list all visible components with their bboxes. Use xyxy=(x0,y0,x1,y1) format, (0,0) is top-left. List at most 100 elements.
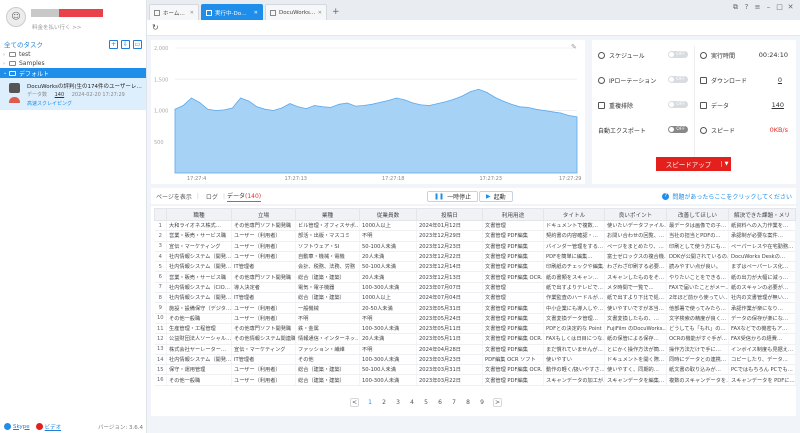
tab-running[interactable]: 実行中-Do… ✕ xyxy=(201,4,263,20)
maximize-icon[interactable]: □ xyxy=(774,3,785,12)
log-tab[interactable]: ログ xyxy=(206,192,218,201)
column-header[interactable]: 利用用途 xyxy=(482,208,544,221)
column-header[interactable]: 良いポイント xyxy=(604,208,667,221)
table-row[interactable]: 11 生産管理・工程管理 その他専門ソフト開発職 鉄・金属 100-300人未満 2023… xyxy=(154,323,796,335)
new-tab-button[interactable]: + xyxy=(332,7,340,17)
table-row[interactable]: 13 株式会社ヤーレーター… 宣伝・マーケティング ファッション・繊維 不明 2024年0… xyxy=(154,344,796,355)
edit-icon[interactable]: ✎ xyxy=(571,43,577,51)
page-number[interactable]: 3 xyxy=(391,399,405,406)
tab-docuworks[interactable]: DocuWorks… ✕ xyxy=(265,4,327,20)
row-index: 6 xyxy=(154,271,167,283)
table-cell: 2023年12月29日 xyxy=(416,230,483,242)
play-icon: ▶ xyxy=(486,192,491,200)
table-row[interactable]: 8 社内情報システム（開発… IT管理者 総合（建築・建築） 1000人以上 2024年0… xyxy=(154,292,796,304)
x-tick-label: 17:27:18 xyxy=(382,176,404,182)
upgrade-link[interactable]: 料金を払い行く >> xyxy=(32,23,81,31)
table-cell: 使いやすく、同期的… xyxy=(604,364,667,376)
column-header[interactable]: タイトル xyxy=(543,208,605,221)
column-header[interactable]: 職種 xyxy=(166,208,232,221)
help-link[interactable]: ? 問題があったらここをクリックしてください xyxy=(662,192,792,201)
data-value[interactable]: 140 xyxy=(744,101,784,109)
data-tab-label: データ xyxy=(226,192,245,200)
close-icon[interactable]: ✕ xyxy=(254,10,258,16)
schedule-toggle[interactable]: OFF xyxy=(668,51,688,58)
x-tick-label: 17:27:13 xyxy=(285,176,307,182)
menu-icon[interactable]: ≡ xyxy=(752,3,763,12)
table-row[interactable]: 5 社内情報システム（開発… IT管理者 会計、税務、法務、労務 50-100人未満 20… xyxy=(154,261,796,273)
table-row[interactable]: 12 公益財団法人ソーシャル… その他情報システム関連職 情報通信・インターネッ… 20… xyxy=(154,333,796,345)
speed-label: スピード xyxy=(711,127,736,135)
next-page-button[interactable]: > xyxy=(493,398,502,407)
table-row[interactable]: 15 保守・運用管理 ユーザー（利用者） 総合（建築・建築） 50-100人未満 2023… xyxy=(154,364,796,376)
table-row[interactable]: 2 営業・販売・サービス職 ユーザー（利用者） 部活・出版・マスコミ 不明 2023年12… xyxy=(154,230,796,242)
table-row[interactable]: 1 大和ライオネス株式… その他専門ソフト開発職 ビル管理・オフィスサポ… 1000人以… xyxy=(154,220,796,232)
download-value[interactable]: 0 xyxy=(742,76,782,84)
table-cell: 文書管理 PDF編集 xyxy=(482,261,544,273)
table-row[interactable]: 4 社内情報システム（開発… ユーザー（利用者） 自動車・機械・電機 20人未満 2023… xyxy=(154,251,796,263)
prev-page-button[interactable]: < xyxy=(350,398,359,407)
tree-item-default[interactable]: ⌄ デフォルト xyxy=(0,68,146,78)
refresh-icon[interactable]: ↻ xyxy=(152,23,159,32)
tree-item-test[interactable]: › test xyxy=(0,50,146,59)
page-number[interactable]: 9 xyxy=(475,399,489,406)
table-row[interactable]: 7 社内情報システム（CIO… 導入決定者 電気・電子機器 100-300人未満 2023… xyxy=(154,282,796,294)
table-cell: 文書管理 PDF編集 OCR… xyxy=(482,364,544,376)
new-task-icon[interactable]: + xyxy=(109,39,118,49)
column-header[interactable]: 改善してほしい xyxy=(666,208,729,221)
table-row[interactable]: 14 社内情報システム（開発… IT管理者 その他 100-300人未満 2023年03月… xyxy=(154,354,796,366)
page-number[interactable]: 1 xyxy=(363,399,377,406)
data-tab[interactable]: データ(140) xyxy=(226,191,262,202)
table-row[interactable]: 3 宣伝・マーケティング ユーザー（利用者） ソフトウェア・SI 50-100人未満 20… xyxy=(154,241,796,252)
table-cell: 文書管理 PDF編集 xyxy=(482,230,544,242)
page-number[interactable]: 2 xyxy=(377,399,391,406)
column-header[interactable]: 従業員数 xyxy=(359,208,417,221)
import-icon[interactable]: ⇩ xyxy=(121,39,130,49)
close-icon[interactable]: ✕ xyxy=(190,10,194,16)
column-header[interactable]: 業種 xyxy=(295,208,360,221)
close-window-icon[interactable]: ✕ xyxy=(785,3,796,12)
page-number[interactable]: 7 xyxy=(447,399,461,406)
export-toggle[interactable]: OFF xyxy=(668,126,688,133)
data-point xyxy=(346,102,348,104)
data-point xyxy=(387,100,389,101)
ip-toggle[interactable]: OFF xyxy=(668,76,688,83)
page-number[interactable]: 6 xyxy=(433,399,447,406)
minimize-icon[interactable]: – xyxy=(763,3,774,12)
page-number[interactable]: 4 xyxy=(405,399,419,406)
tab-home[interactable]: ホーム… ✕ xyxy=(149,4,199,20)
table-header-row: 職種 立場 業種 従業員数 投稿日 利用用途 タイトル 良いポイント 改善してほしい 解決できた課… xyxy=(154,208,796,221)
skype-link[interactable]: Skype xyxy=(4,423,30,430)
page-number[interactable]: 5 xyxy=(419,399,433,406)
restore-icon[interactable]: ⧉ xyxy=(730,3,741,12)
page-number[interactable]: 8 xyxy=(461,399,475,406)
table-cell: 大和ライオネス株式… xyxy=(166,220,232,232)
dedupe-icon xyxy=(598,101,605,109)
column-header[interactable]: 解決できた課題・メリ xyxy=(728,208,796,221)
table-row[interactable]: 6 営業・販売・サービス職 その他専門ソフト開発職 総合（建築・建築） 20人未満 202… xyxy=(154,271,796,283)
video-link[interactable]: ビデオ xyxy=(35,423,61,431)
column-header[interactable]: 投稿日 xyxy=(416,208,483,221)
series-area xyxy=(174,88,578,174)
y-tick-label: 1,000 xyxy=(154,109,168,115)
table-cell: 総合（建築・建築） xyxy=(295,364,360,376)
speedup-button[interactable]: スピードアップ ▼ xyxy=(656,157,731,171)
chevron-down-icon[interactable]: ▼ xyxy=(721,161,731,167)
column-header[interactable]: 立場 xyxy=(231,208,296,221)
pause-button[interactable]: ❚❚ 一時停止 xyxy=(427,190,479,202)
task-card[interactable]: DocuWorksの評判(生の174件のユーザーレ… データ数 140 2024… xyxy=(0,78,146,110)
start-button[interactable]: ▶ 起動 xyxy=(479,190,513,202)
avatar[interactable]: ☺ xyxy=(6,7,26,27)
folder-add-icon[interactable]: ▭ xyxy=(133,39,142,49)
close-icon[interactable]: ✕ xyxy=(318,10,322,16)
help-icon[interactable]: ? xyxy=(741,3,752,12)
profile: ☺ 料金を払い行く >> xyxy=(0,0,146,38)
table-cell: ユーザー（利用者） xyxy=(231,313,296,324)
table-row[interactable]: 9 施設・設備保守（デジタ… ユーザー（利用者） 一般機械 20-50人未満 2023年0… xyxy=(154,302,796,314)
column-header[interactable] xyxy=(154,208,167,221)
table-row[interactable]: 16 その他一般職 ユーザー（利用者） 総合（建築・建築） 100-300人未満 2023… xyxy=(154,374,796,386)
dedupe-toggle[interactable]: OFF xyxy=(668,101,688,108)
table-row[interactable]: 10 その他一般職 ユーザー（利用者） 不明 不明 2023年05月24日 文書管理 PDF… xyxy=(154,313,796,324)
show-page-link[interactable]: ページを表示 xyxy=(156,192,192,201)
task-data-count[interactable]: 140 xyxy=(55,92,65,98)
tree-item-samples[interactable]: › Samples xyxy=(0,59,146,68)
